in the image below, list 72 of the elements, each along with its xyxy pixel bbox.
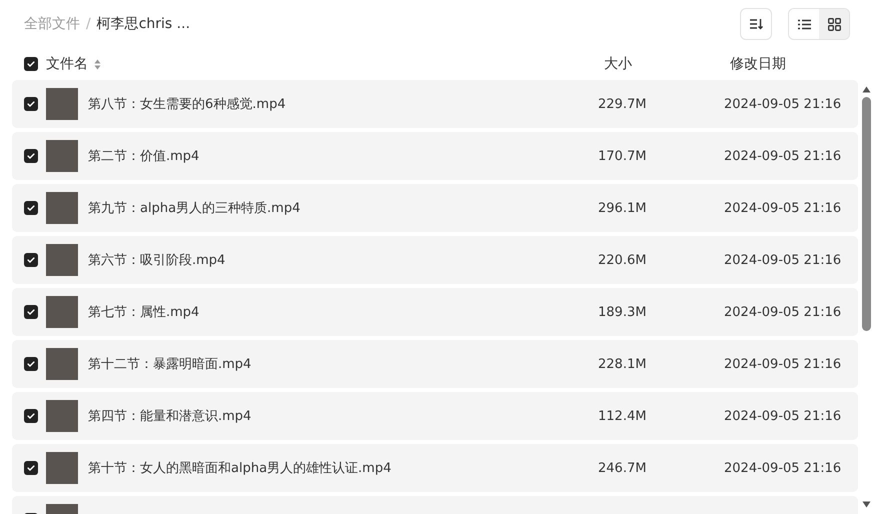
sort-arrows-icon[interactable] [94, 58, 101, 70]
column-header[interactable]: 大小 [604, 55, 730, 73]
checkbox[interactable] [24, 305, 38, 319]
sort-button[interactable] [740, 8, 772, 40]
checkmark-icon [26, 411, 36, 421]
file-row[interactable]: 第二节：价值.mp4 170.7M 2024-09-05 21:16 [12, 132, 858, 180]
checkmark-icon [26, 307, 36, 317]
modified-date: 2024-09-05 21:16 [724, 408, 842, 424]
modified-date: 2024-09-05 21:16 [724, 96, 842, 112]
checkbox[interactable] [24, 97, 38, 111]
file-row[interactable]: 第七节：属性.mp4 189.3M 2024-09-05 21:16 [12, 288, 858, 336]
column-header[interactable]: 修改日期 [730, 55, 786, 73]
checkbox[interactable] [24, 357, 38, 371]
checkmark-icon [26, 99, 36, 109]
file-name: 第六节：吸引阶段.mp4 [88, 252, 226, 269]
grid-icon [828, 18, 840, 30]
modified-date: 2024-09-05 21:16 [724, 148, 842, 164]
video-thumbnail [46, 348, 78, 380]
file-name: 第四节：能量和潜意识.mp4 [88, 408, 252, 425]
file-size: 189.3M [598, 304, 648, 320]
modified-date: 2024-09-05 21:16 [724, 460, 842, 476]
list-icon [798, 18, 810, 30]
checkbox[interactable] [24, 149, 38, 163]
checkmark-icon [26, 151, 36, 161]
file-name: 第九节：alpha男人的三种特质.mp4 [88, 200, 302, 217]
video-thumbnail [46, 140, 78, 172]
file-size: 170.7M [598, 148, 648, 164]
video-thumbnail [46, 296, 78, 328]
file-row[interactable]: 第六节：吸引阶段.mp4 220.6M 2024-09-05 21:16 [12, 236, 858, 284]
grid-view-button[interactable] [819, 9, 849, 39]
video-thumbnail [46, 452, 78, 484]
scroll-down-icon[interactable] [862, 501, 870, 508]
checkbox[interactable] [24, 409, 38, 423]
column-header[interactable]: 文件名 [46, 55, 88, 73]
checkbox[interactable] [24, 461, 38, 475]
file-row[interactable]: 第四节：能量和潜意识.mp4 112.4M 2024-09-05 21:16 [12, 392, 858, 440]
breadcrumb-separator: / [86, 16, 91, 32]
checkmark-icon [26, 203, 36, 213]
file-name: 第八节：女生需要的6种感觉.mp4 [88, 96, 287, 113]
checkmark-icon [26, 359, 36, 369]
checkbox[interactable] [24, 253, 38, 267]
file-row[interactable]: 第十二节：暴露明暗面.mp4 228.1M 2024-09-05 21:16 [12, 340, 858, 388]
file-size: 296.1M [598, 200, 648, 216]
modified-date: 2024-09-05 21:16 [724, 356, 842, 372]
file-row[interactable]: 第八节：女生需要的6种感觉.mp4 229.7M 2024-09-05 21:16 [12, 80, 858, 128]
checkbox[interactable] [24, 57, 38, 71]
video-thumbnail [46, 244, 78, 276]
video-thumbnail [46, 400, 78, 432]
checkbox[interactable] [24, 201, 38, 215]
checkmark-icon [26, 255, 36, 265]
checkmark-icon [26, 59, 36, 69]
file-name: 第十节：女人的黑暗面和alpha男人的雄性认证.mp4 [88, 460, 392, 477]
file-size: 220.6M [598, 252, 648, 268]
sort-icon [749, 18, 763, 30]
file-row[interactable]: 第九节：alpha男人的三种特质.mp4 296.1M 2024-09-05 21:16 [12, 184, 858, 232]
file-size: 246.7M [598, 460, 648, 476]
file-size: 112.4M [598, 408, 648, 424]
video-thumbnail [46, 88, 78, 120]
modified-date: 2024-09-05 21:16 [724, 304, 842, 320]
file-size: 228.1M [598, 356, 648, 372]
file-name: 第二节：价值.mp4 [88, 148, 200, 165]
modified-date: 2024-09-05 21:16 [724, 200, 842, 216]
scrollbar-thumb[interactable] [862, 97, 870, 331]
file-name: 第十二节：暴露明暗面.mp4 [88, 356, 252, 373]
file-name: 第七节：属性.mp4 [88, 304, 200, 321]
file-size: 229.7M [598, 96, 648, 112]
scroll-up-icon[interactable] [862, 86, 870, 93]
video-thumbnail [46, 192, 78, 224]
modified-date: 2024-09-05 21:16 [724, 252, 842, 268]
checkmark-icon [26, 463, 36, 473]
current-folder: 柯李思chris ... [96, 15, 190, 33]
file-row[interactable]: 第十节：女人的黑暗面和alpha男人的雄性认证.mp4 246.7M 2024-09-05 21:16 [12, 444, 858, 492]
